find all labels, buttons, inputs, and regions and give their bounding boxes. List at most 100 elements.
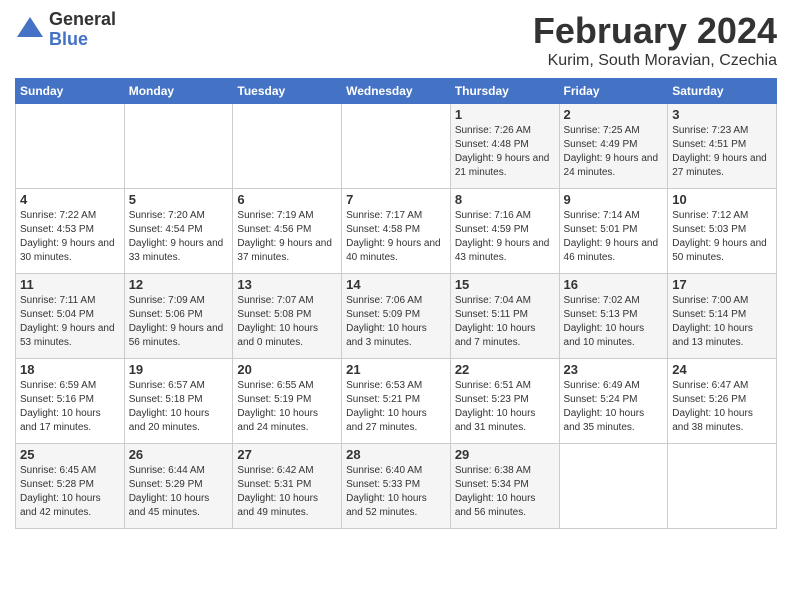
- day-header-tuesday: Tuesday: [233, 79, 342, 104]
- calendar-week-row: 11 Sunrise: 7:11 AM Sunset: 5:04 PM Dayli…: [16, 274, 777, 359]
- cell-content: Sunrise: 7:04 AM Sunset: 5:11 PM Dayligh…: [455, 294, 555, 350]
- cell-content: Sunrise: 6:44 AM Sunset: 5:29 PM Dayligh…: [129, 464, 229, 520]
- calendar-cell: 8Sunrise: 7:16 AM Sunset: 4:59 PM Daylig…: [450, 189, 559, 274]
- calendar-cell: 28Sunrise: 6:40 AM Sunset: 5:33 PM Dayli…: [342, 444, 451, 529]
- calendar-cell: 29 Sunrise: 6:38 AM Sunset: 5:34 PM Dayli…: [450, 444, 559, 529]
- cell-content: Sunrise: 6:47 AM Sunset: 5:26 PM Dayligh…: [672, 379, 772, 435]
- day-header-friday: Friday: [559, 79, 668, 104]
- day-number: 4: [20, 192, 120, 207]
- calendar-cell: 7 Sunrise: 7:17 AM Sunset: 4:58 PM Daylig…: [342, 189, 451, 274]
- calendar-cell: 20 Sunrise: 6:55 AM Sunset: 5:19 PM Dayli…: [233, 359, 342, 444]
- cell-content: Sunrise: 6:59 AM Sunset: 5:16 PM Dayligh…: [20, 379, 120, 435]
- cell-content: Sunrise: 6:42 AM Sunset: 5:31 PM Dayligh…: [237, 464, 337, 520]
- cell-content: Sunrise: 7:17 AM Sunset: 4:58 PM Dayligh…: [346, 209, 446, 265]
- day-number: 14: [346, 277, 446, 292]
- day-number: 1: [455, 107, 555, 122]
- day-number: 5: [129, 192, 229, 207]
- day-number: 20: [237, 362, 337, 377]
- day-number: 13: [237, 277, 337, 292]
- day-number: 7: [346, 192, 446, 207]
- day-number: 17: [672, 277, 772, 292]
- day-header-monday: Monday: [124, 79, 233, 104]
- logo-icon: [15, 15, 45, 45]
- cell-content: Sunrise: 6:38 AM Sunset: 5:34 PM Dayligh…: [455, 464, 555, 520]
- cell-content: Sunrise: 6:40 AM Sunset: 5:33 PM Dayligh…: [346, 464, 446, 520]
- day-number: 2: [564, 107, 664, 122]
- day-number: 25: [20, 447, 120, 462]
- day-number: 21: [346, 362, 446, 377]
- calendar-cell: 6 Sunrise: 7:19 AM Sunset: 4:56 PM Daylig…: [233, 189, 342, 274]
- calendar-cell: 12Sunrise: 7:09 AM Sunset: 5:06 PM Dayli…: [124, 274, 233, 359]
- calendar-cell: 26 Sunrise: 6:44 AM Sunset: 5:29 PM Dayli…: [124, 444, 233, 529]
- calendar-cell: [233, 104, 342, 189]
- cell-content: Sunrise: 6:49 AM Sunset: 5:24 PM Dayligh…: [564, 379, 664, 435]
- calendar-week-row: 18Sunrise: 6:59 AM Sunset: 5:16 PM Dayli…: [16, 359, 777, 444]
- calendar-cell: [16, 104, 125, 189]
- cell-content: Sunrise: 7:22 AM Sunset: 4:53 PM Dayligh…: [20, 209, 120, 265]
- day-number: 24: [672, 362, 772, 377]
- logo-general: General: [49, 10, 116, 30]
- calendar-cell: 1 Sunrise: 7:26 AM Sunset: 4:48 PM Daylig…: [450, 104, 559, 189]
- day-number: 3: [672, 107, 772, 122]
- calendar-cell: 27 Sunrise: 6:42 AM Sunset: 5:31 PM Dayli…: [233, 444, 342, 529]
- day-number: 23: [564, 362, 664, 377]
- cell-content: Sunrise: 7:00 AM Sunset: 5:14 PM Dayligh…: [672, 294, 772, 350]
- calendar-cell: 17 Sunrise: 7:00 AM Sunset: 5:14 PM Dayli…: [668, 274, 777, 359]
- calendar-cell: 19 Sunrise: 6:57 AM Sunset: 5:18 PM Dayli…: [124, 359, 233, 444]
- cell-content: Sunrise: 7:07 AM Sunset: 5:08 PM Dayligh…: [237, 294, 337, 350]
- calendar-week-row: 4 Sunrise: 7:22 AM Sunset: 4:53 PM Daylig…: [16, 189, 777, 274]
- cell-content: Sunrise: 6:55 AM Sunset: 5:19 PM Dayligh…: [237, 379, 337, 435]
- title-section: February 2024 Kurim, South Moravian, Cze…: [533, 10, 777, 70]
- cell-content: Sunrise: 7:11 AM Sunset: 5:04 PM Dayligh…: [20, 294, 120, 350]
- calendar-cell: 3 Sunrise: 7:23 AM Sunset: 4:51 PM Daylig…: [668, 104, 777, 189]
- cell-content: Sunrise: 7:19 AM Sunset: 4:56 PM Dayligh…: [237, 209, 337, 265]
- calendar-week-row: 25 Sunrise: 6:45 AM Sunset: 5:28 PM Dayli…: [16, 444, 777, 529]
- calendar-cell: 2 Sunrise: 7:25 AM Sunset: 4:49 PM Daylig…: [559, 104, 668, 189]
- day-number: 8: [455, 192, 555, 207]
- cell-content: Sunrise: 6:45 AM Sunset: 5:28 PM Dayligh…: [20, 464, 120, 520]
- cell-content: Sunrise: 6:51 AM Sunset: 5:23 PM Dayligh…: [455, 379, 555, 435]
- calendar-cell: 9 Sunrise: 7:14 AM Sunset: 5:01 PM Daylig…: [559, 189, 668, 274]
- day-number: 19: [129, 362, 229, 377]
- cell-content: Sunrise: 7:14 AM Sunset: 5:01 PM Dayligh…: [564, 209, 664, 265]
- day-number: 11: [20, 277, 120, 292]
- calendar-cell: 13 Sunrise: 7:07 AM Sunset: 5:08 PM Dayli…: [233, 274, 342, 359]
- calendar-cell: 24 Sunrise: 6:47 AM Sunset: 5:26 PM Dayli…: [668, 359, 777, 444]
- day-number: 29: [455, 447, 555, 462]
- calendar-cell: 10 Sunrise: 7:12 AM Sunset: 5:03 PM Dayli…: [668, 189, 777, 274]
- calendar-header-row: SundayMondayTuesdayWednesdayThursdayFrid…: [16, 79, 777, 104]
- cell-content: Sunrise: 7:23 AM Sunset: 4:51 PM Dayligh…: [672, 124, 772, 180]
- day-number: 16: [564, 277, 664, 292]
- calendar-cell: [668, 444, 777, 529]
- page-header: General Blue February 2024 Kurim, South …: [15, 10, 777, 70]
- calendar-cell: [342, 104, 451, 189]
- calendar-cell: 15 Sunrise: 7:04 AM Sunset: 5:11 PM Dayli…: [450, 274, 559, 359]
- logo-text: General Blue: [49, 10, 116, 50]
- day-number: 15: [455, 277, 555, 292]
- day-number: 6: [237, 192, 337, 207]
- calendar-cell: 18Sunrise: 6:59 AM Sunset: 5:16 PM Dayli…: [16, 359, 125, 444]
- month-year-title: February 2024: [533, 10, 777, 52]
- day-number: 22: [455, 362, 555, 377]
- calendar-cell: 22 Sunrise: 6:51 AM Sunset: 5:23 PM Dayli…: [450, 359, 559, 444]
- day-header-wednesday: Wednesday: [342, 79, 451, 104]
- cell-content: Sunrise: 7:12 AM Sunset: 5:03 PM Dayligh…: [672, 209, 772, 265]
- cell-content: Sunrise: 6:57 AM Sunset: 5:18 PM Dayligh…: [129, 379, 229, 435]
- calendar-table: SundayMondayTuesdayWednesdayThursdayFrid…: [15, 78, 777, 529]
- cell-content: Sunrise: 7:26 AM Sunset: 4:48 PM Dayligh…: [455, 124, 555, 180]
- cell-content: Sunrise: 7:25 AM Sunset: 4:49 PM Dayligh…: [564, 124, 664, 180]
- cell-content: Sunrise: 7:09 AM Sunset: 5:06 PM Dayligh…: [129, 294, 229, 350]
- calendar-cell: 11 Sunrise: 7:11 AM Sunset: 5:04 PM Dayli…: [16, 274, 125, 359]
- day-header-saturday: Saturday: [668, 79, 777, 104]
- calendar-cell: 21Sunrise: 6:53 AM Sunset: 5:21 PM Dayli…: [342, 359, 451, 444]
- day-header-thursday: Thursday: [450, 79, 559, 104]
- day-header-sunday: Sunday: [16, 79, 125, 104]
- day-number: 27: [237, 447, 337, 462]
- day-number: 26: [129, 447, 229, 462]
- calendar-cell: 23 Sunrise: 6:49 AM Sunset: 5:24 PM Dayli…: [559, 359, 668, 444]
- day-number: 9: [564, 192, 664, 207]
- calendar-cell: 5Sunrise: 7:20 AM Sunset: 4:54 PM Daylig…: [124, 189, 233, 274]
- calendar-cell: 4 Sunrise: 7:22 AM Sunset: 4:53 PM Daylig…: [16, 189, 125, 274]
- calendar-cell: 25 Sunrise: 6:45 AM Sunset: 5:28 PM Dayli…: [16, 444, 125, 529]
- day-number: 10: [672, 192, 772, 207]
